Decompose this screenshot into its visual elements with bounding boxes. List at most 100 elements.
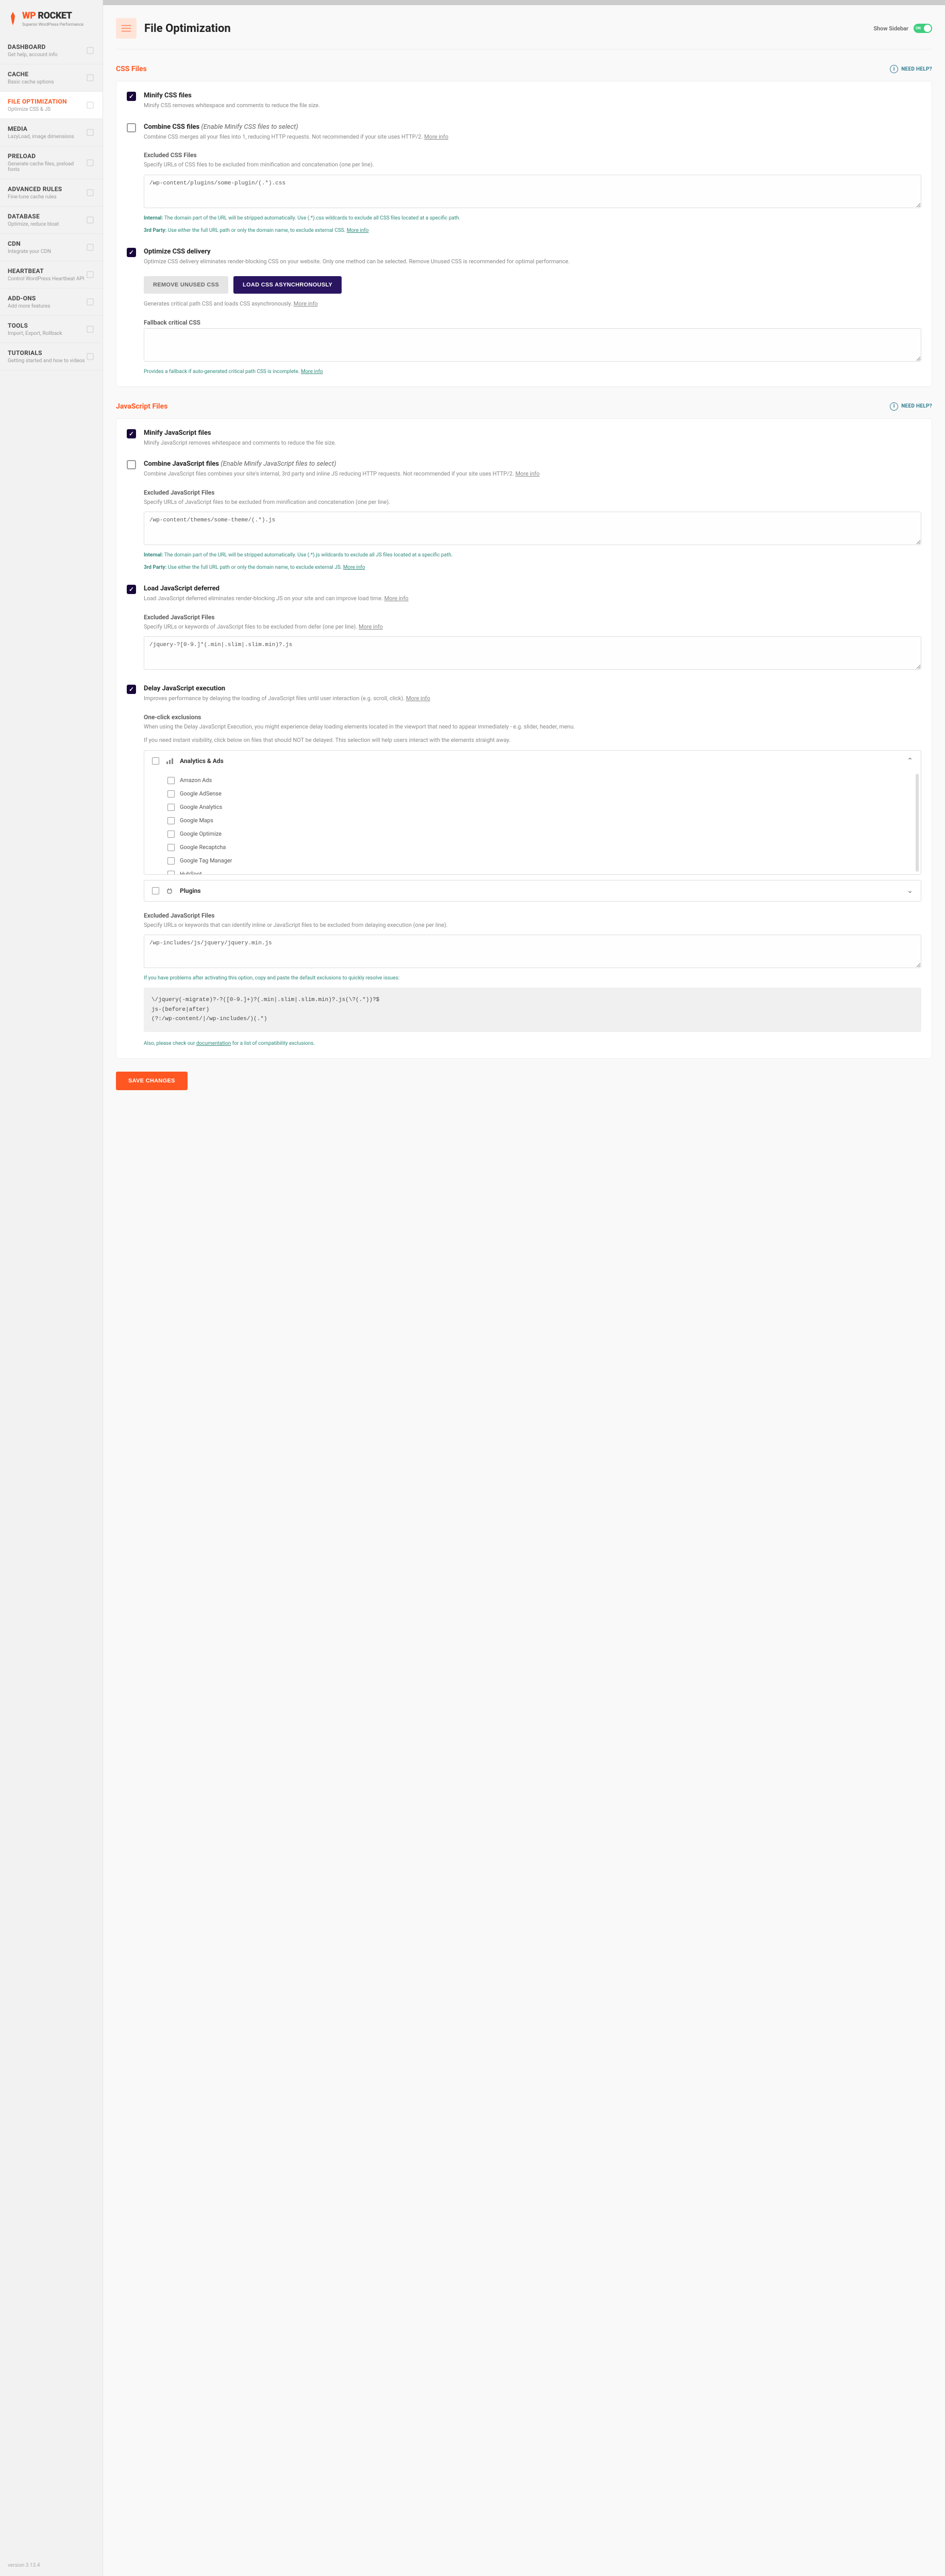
analytics-group-checkbox[interactable] [152, 757, 159, 765]
oneclick-p1: When using the Delay JavaScript Executio… [144, 723, 921, 732]
exclusion-checkbox[interactable] [167, 871, 175, 874]
analytics-group: Analytics & Ads ⌃ Amazon Ads Google AdSen… [144, 750, 921, 875]
excluded-css-textarea[interactable]: /wp-content/plugins/some-plugin/(.*).css [144, 175, 921, 208]
nav-icon [86, 243, 95, 252]
exclusion-item[interactable]: Google Optimize [167, 827, 913, 841]
defer-js-desc: Load JavaScript deferred eliminates rend… [144, 595, 921, 603]
doc-note: Also, please check our documentation for… [144, 1040, 921, 1048]
nav-item-tools[interactable]: TOOLSImport, Export, Rollback [0, 316, 103, 343]
nav-item-heartbeat[interactable]: HEARTBEATControl WordPress Heartbeat API [0, 261, 103, 289]
combine-css-desc: Combine CSS merges all your files into 1… [144, 133, 921, 142]
more-info-link[interactable]: More info [359, 623, 383, 630]
save-changes-button[interactable]: SAVE CHANGES [116, 1072, 188, 1090]
excluded-js-desc: Specify URLs of JavaScript files to be e… [144, 498, 921, 507]
load-css-async-button[interactable]: LOAD CSS ASYNCHRONOUSLY [233, 276, 342, 294]
nav-item-dashboard[interactable]: DASHBOARDGet help, account info [0, 37, 103, 64]
css-section-title: CSS Files [116, 65, 147, 73]
delay-excluded-textarea[interactable]: /wp-includes/js/jquery/jquery.min.js [144, 935, 921, 968]
more-info-link[interactable]: More info [406, 695, 430, 702]
more-info-link[interactable]: More info [301, 369, 323, 375]
delay-js-checkbox[interactable] [127, 685, 136, 694]
exclusion-item[interactable]: HubSpot [167, 868, 913, 874]
exclusion-label: Google Recaptcha [180, 844, 226, 851]
more-info-link[interactable]: More info [384, 595, 409, 602]
exclusion-label: Amazon Ads [180, 777, 212, 784]
oneclick-p2: If you need instant visibility, click be… [144, 736, 921, 745]
minify-js-checkbox[interactable] [127, 429, 136, 438]
exclusion-item[interactable]: Google AdSense [167, 787, 913, 801]
analytics-icon [165, 757, 174, 765]
main: File Optimization Show Sidebar ON CSS Fi… [103, 0, 945, 2576]
scrollbar[interactable] [916, 774, 919, 872]
nav-item-media[interactable]: MEDIALazyLoad, image dimensions [0, 119, 103, 146]
exclusion-item[interactable]: Google Analytics [167, 801, 913, 814]
nav-item-tutorials[interactable]: TUTORIALSGetting started and how to vide… [0, 343, 103, 370]
nav-icon [86, 325, 95, 334]
exclusion-label: HubSpot [180, 871, 202, 874]
js-section-title: JavaScript Files [116, 402, 167, 411]
minify-css-checkbox[interactable] [127, 92, 136, 101]
minify-css-desc: Minify CSS removes whitespace and commen… [144, 101, 921, 110]
fallback-css-textarea[interactable] [144, 328, 921, 362]
more-info-link[interactable]: More info [424, 133, 448, 140]
generates-desc: Generates critical path CSS and loads CS… [144, 300, 921, 309]
exclusion-checkbox[interactable] [167, 790, 175, 798]
nav-item-add-ons[interactable]: ADD-ONSAdd more features [0, 289, 103, 316]
combine-js-checkbox[interactable] [127, 460, 136, 469]
plugins-group-checkbox[interactable] [152, 887, 159, 894]
exclusion-item[interactable]: Google Maps [167, 814, 913, 827]
excluded-js-textarea[interactable]: /wp-content/themes/some-theme/(.*).js [144, 512, 921, 545]
more-info-link[interactable]: More info [347, 228, 369, 233]
defer-excluded-textarea[interactable]: /jquery-?[0-9.]*(.min|.slim|.slim.min)?.… [144, 636, 921, 670]
more-info-link[interactable]: More info [294, 300, 318, 307]
nav-item-advanced-rules[interactable]: ADVANCED RULESFine-tune cache rules [0, 179, 103, 207]
exclusion-checkbox[interactable] [167, 831, 175, 838]
combine-css-checkbox[interactable] [127, 123, 136, 132]
defer-excluded-desc: Specify URLs or keywords of JavaScript f… [144, 623, 921, 632]
nav-item-database[interactable]: DATABASEOptimize, reduce bloat [0, 207, 103, 234]
css-internal-note: Internal: The domain part of the URL wil… [144, 214, 921, 223]
exclusion-label: Google Analytics [180, 804, 222, 810]
exclusion-label: Google Tag Manager [180, 857, 232, 864]
documentation-link[interactable]: documentation [196, 1041, 231, 1046]
nav-icon [86, 128, 95, 137]
exclusion-checkbox[interactable] [167, 777, 175, 784]
chevron-down-icon: ⌄ [907, 887, 913, 895]
defer-js-checkbox[interactable] [127, 585, 136, 594]
delay-js-title: Delay JavaScript execution [144, 685, 921, 692]
nav-item-cdn[interactable]: CDNIntegrate your CDN [0, 234, 103, 261]
need-help-link[interactable]: iNEED HELP? [890, 65, 932, 73]
plugins-header[interactable]: Plugins ⌄ [144, 880, 921, 901]
default-exclusions-code: \/jquery(-migrate)?-?([0-9.]+)?(.min|.sl… [144, 988, 921, 1032]
exclusion-item[interactable]: Amazon Ads [167, 774, 913, 787]
exclusion-checkbox[interactable] [167, 817, 175, 824]
logo: WP ROCKET Superior WordPress Performance [0, 0, 103, 37]
show-sidebar-toggle[interactable]: Show Sidebar ON [873, 24, 932, 33]
need-help-link[interactable]: iNEED HELP? [890, 402, 932, 411]
chevron-up-icon: ⌃ [907, 757, 913, 765]
defer-js-title: Load JavaScript deferred [144, 585, 921, 592]
js-3rd-note: 3rd Party: Use either the full URL path … [144, 564, 921, 572]
more-info-link[interactable]: More info [343, 565, 365, 570]
js-internal-note: Internal: The domain part of the URL wil… [144, 551, 921, 560]
exclusion-label: Google Optimize [180, 831, 222, 837]
fallback-css-title: Fallback critical CSS [144, 319, 921, 326]
more-info-link[interactable]: More info [515, 470, 539, 477]
delay-excluded-title: Excluded JavaScript Files [144, 912, 921, 919]
optimize-css-checkbox[interactable] [127, 248, 136, 257]
nav-item-cache[interactable]: CACHEBasic cache options [0, 64, 103, 92]
nav-item-preload[interactable]: PRELOADGenerate cache files, preload fon… [0, 146, 103, 179]
exclusion-checkbox[interactable] [167, 844, 175, 851]
optimize-css-desc: Optimize CSS delivery eliminates render-… [144, 258, 921, 266]
analytics-header[interactable]: Analytics & Ads ⌃ [144, 751, 921, 771]
exclusion-checkbox[interactable] [167, 804, 175, 811]
nav-icon [86, 352, 95, 361]
exclusion-item[interactable]: Google Recaptcha [167, 841, 913, 854]
exclusion-checkbox[interactable] [167, 857, 175, 865]
combine-js-title: Combine JavaScript files (Enable Minify … [144, 460, 921, 468]
nav-icon [86, 188, 95, 197]
exclusion-item[interactable]: Google Tag Manager [167, 854, 913, 868]
nav-item-file-optimization[interactable]: FILE OPTIMIZATIONOptimize CSS & JS [0, 92, 103, 119]
remove-unused-css-button[interactable]: REMOVE UNUSED CSS [144, 276, 228, 294]
oneclick-title: One-click exclusions [144, 714, 921, 721]
